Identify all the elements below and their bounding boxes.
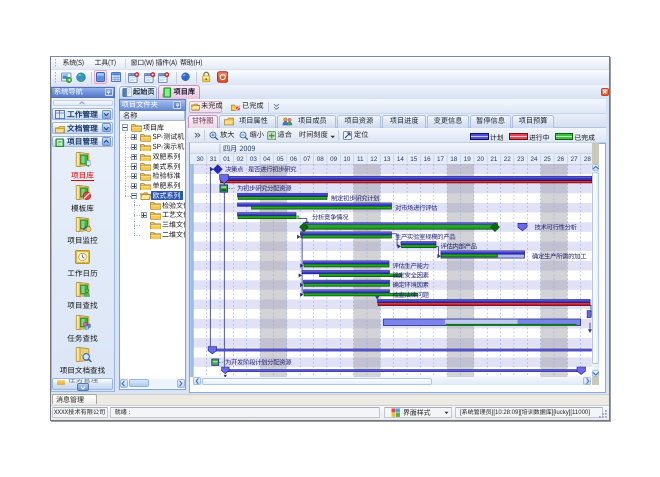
svg-text:26: 26 (557, 156, 564, 163)
svg-text:评估生产能力: 评估生产能力 (392, 260, 428, 269)
svg-text:27: 27 (570, 156, 577, 163)
svg-text:确定环境因素: 确定环境因素 (392, 280, 429, 289)
svg-text:确定生产所需的加工: 确定生产所需的加工 (531, 251, 586, 260)
svg-text:28: 28 (583, 156, 590, 163)
svg-text:23: 23 (517, 156, 524, 163)
svg-text:07: 07 (303, 156, 310, 163)
svg-text:06: 06 (290, 156, 297, 163)
svg-text:05: 05 (276, 156, 283, 163)
svg-text:为初步研究分配资源: 为初步研究分配资源 (237, 183, 292, 192)
svg-text:检查法律问题: 检查法律问题 (392, 289, 429, 298)
svg-text:15: 15 (410, 156, 417, 163)
svg-text:确定安全因素: 确定安全因素 (392, 270, 429, 279)
svg-text:四月 2009: 四月 2009 (223, 144, 255, 154)
svg-text:10: 10 (343, 156, 350, 163)
svg-text:30: 30 (196, 156, 203, 163)
svg-text:22: 22 (503, 156, 510, 163)
svg-text:03: 03 (249, 156, 256, 163)
svg-text:04: 04 (263, 156, 270, 163)
svg-text:是否进行初步研究: 是否进行初步研究 (248, 164, 297, 173)
svg-text:18: 18 (450, 156, 457, 163)
svg-text:评估内部产品: 评估内部产品 (440, 241, 476, 250)
svg-text:24: 24 (530, 156, 537, 163)
svg-text:分析竞争情况: 分析竞争情况 (312, 212, 349, 221)
svg-text:技术可行性分析: 技术可行性分析 (534, 222, 577, 231)
svg-text:20: 20 (476, 156, 483, 163)
svg-text:31: 31 (209, 156, 216, 163)
svg-text:14: 14 (396, 156, 403, 163)
svg-text:生产实验室规模的产品: 生产实验室规模的产品 (394, 232, 454, 241)
svg-text:17: 17 (436, 156, 443, 163)
svg-text:08: 08 (316, 156, 323, 163)
svg-text:25: 25 (543, 156, 550, 163)
svg-text:19: 19 (463, 156, 470, 163)
svg-text:21: 21 (490, 156, 497, 163)
svg-text:决策点: 决策点 (225, 164, 244, 173)
svg-text:12: 12 (370, 156, 377, 163)
svg-text:对市场进行评估: 对市场进行评估 (394, 203, 437, 212)
svg-text:16: 16 (423, 156, 430, 163)
svg-text:为开发阶段计划分配资源: 为开发阶段计划分配资源 (225, 357, 292, 366)
svg-text:13: 13 (383, 156, 390, 163)
svg-text:制定初步研究计划: 制定初步研究计划 (331, 193, 379, 202)
svg-text:02: 02 (236, 156, 243, 163)
svg-text:01: 01 (223, 156, 230, 163)
svg-text:09: 09 (330, 156, 337, 163)
svg-text:11: 11 (357, 156, 364, 163)
